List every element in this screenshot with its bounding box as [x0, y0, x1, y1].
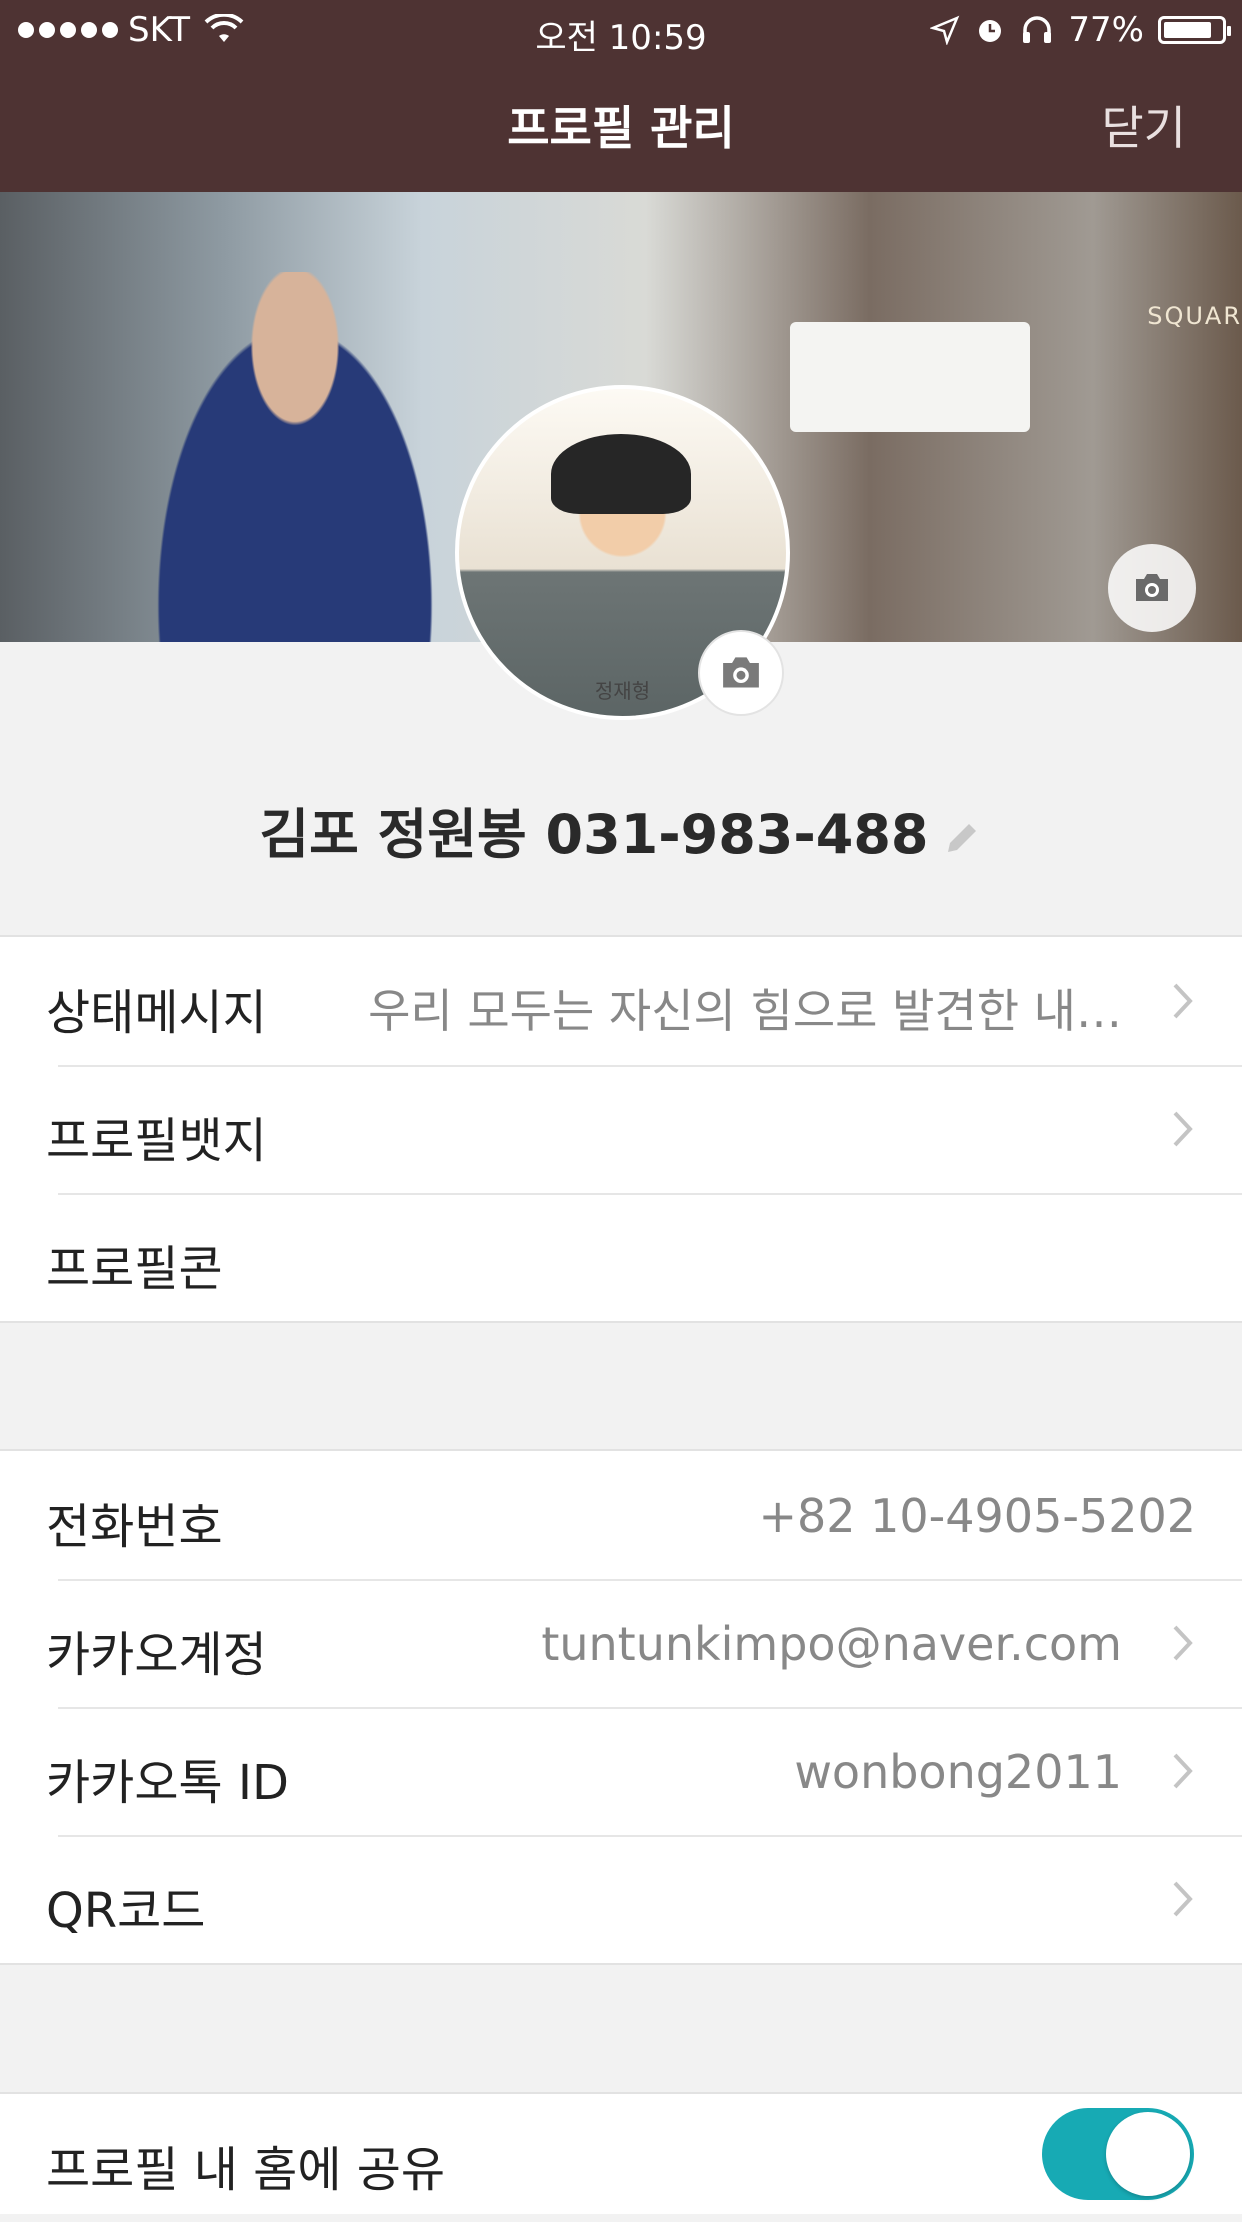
phone-label: 전화번호	[46, 1499, 223, 1555]
location-arrow-icon	[930, 15, 960, 45]
status-right: 77%	[930, 10, 1231, 50]
battery-icon	[1158, 16, 1231, 44]
kakaotalk-id-label: 카카오톡 ID	[46, 1755, 290, 1811]
battery-percent: 77%	[1068, 10, 1144, 50]
camera-icon	[723, 657, 759, 688]
cover-sign-text: SQUAR	[1147, 302, 1242, 330]
profile-settings-group: 상태메시지 우리 모두는 자신의 힘으로 발견한 내… 프로필뱃지 프로필콘	[0, 935, 1242, 1323]
kakao-account-label: 카카오계정	[46, 1627, 267, 1683]
share-home-row: 프로필 내 홈에 공유	[0, 2094, 1242, 2222]
status-message-label: 상태메시지	[46, 985, 267, 1041]
status-message-row[interactable]: 상태메시지 우리 모두는 자신의 힘으로 발견한 내…	[0, 937, 1242, 1065]
cover-camera-button[interactable]	[1108, 544, 1196, 632]
profilecon-row[interactable]: 프로필콘	[0, 1193, 1242, 1321]
avatar-hat-shape	[551, 434, 691, 514]
toggle-knob	[1106, 2112, 1190, 2196]
kakao-account-value: tuntunkimpo@naver.com	[541, 1617, 1122, 1671]
qr-code-row[interactable]: QR코드	[0, 1835, 1242, 1963]
profile-name: 김포 정원봉 031-983-488	[259, 803, 929, 866]
chevron-right-icon	[1173, 1753, 1193, 1789]
profile-badge-row[interactable]: 프로필뱃지	[0, 1065, 1242, 1193]
profile-badge-label: 프로필뱃지	[46, 1113, 267, 1169]
status-bar: SKT 오전 10:59 77%	[0, 0, 1242, 60]
chevron-right-icon	[1173, 1625, 1193, 1661]
top-bar: SKT 오전 10:59 77% 프로필 관리 닫기	[0, 0, 1242, 192]
share-home-toggle[interactable]	[1042, 2108, 1194, 2200]
avatar-camera-button[interactable]	[698, 630, 784, 716]
profilecon-label: 프로필콘	[46, 1241, 223, 1297]
kakao-account-row[interactable]: 카카오계정 tuntunkimpo@naver.com	[0, 1579, 1242, 1707]
qr-code-label: QR코드	[46, 1883, 206, 1939]
chevron-right-icon	[1173, 1111, 1193, 1147]
cover-person-figure	[130, 272, 460, 642]
close-button[interactable]: 닫기	[1101, 92, 1186, 158]
kakaotalk-id-row[interactable]: 카카오톡 ID wonbong2011	[0, 1707, 1242, 1835]
page-title: 프로필 관리	[507, 101, 735, 155]
account-info-group: 전화번호 +82 10-4905-5202 카카오계정 tuntunkimpo@…	[0, 1449, 1242, 1965]
status-message-value: 우리 모두는 자신의 힘으로 발견한 내…	[368, 984, 1122, 1038]
kakaotalk-id-value: wonbong2011	[794, 1745, 1122, 1799]
share-home-label: 프로필 내 홈에 공유	[46, 2142, 446, 2198]
share-group: 프로필 내 홈에 공유	[0, 2092, 1242, 2214]
pencil-icon[interactable]	[942, 818, 982, 858]
phone-value: +82 10-4905-5202	[758, 1489, 1196, 1543]
phone-row: 전화번호 +82 10-4905-5202	[0, 1451, 1242, 1579]
alarm-clock-icon	[979, 20, 1002, 42]
chevron-right-icon	[1173, 1881, 1193, 1917]
cover-lamp	[790, 322, 1030, 432]
profile-name-row[interactable]: 김포 정원봉 031-983-488	[0, 790, 1242, 869]
camera-icon	[1136, 574, 1168, 601]
headphones-icon	[1023, 16, 1052, 43]
chevron-right-icon	[1173, 983, 1193, 1019]
